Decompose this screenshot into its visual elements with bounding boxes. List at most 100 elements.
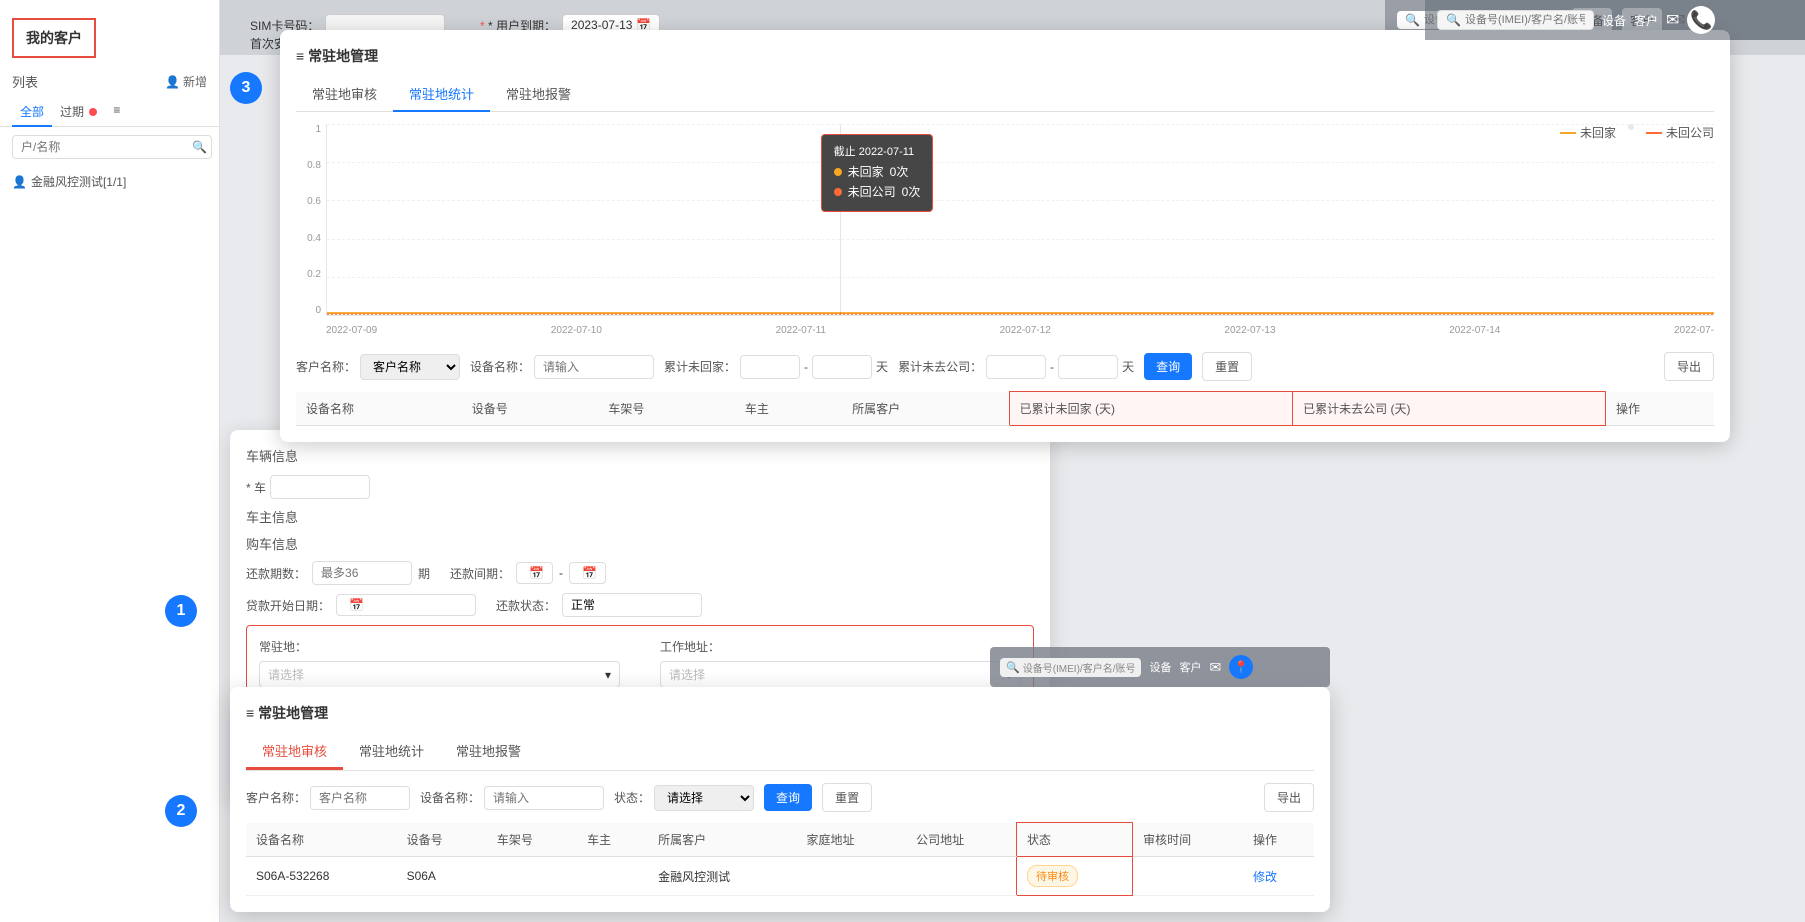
sidebar-tab-all[interactable]: 全部 xyxy=(12,97,52,126)
y-label-08: 0.8 xyxy=(296,160,321,171)
sidebar-search-input[interactable] xyxy=(12,135,212,159)
audit-status-select[interactable]: 请选择 xyxy=(654,785,754,811)
stats-home-days-max[interactable] xyxy=(812,355,872,379)
stats-table-header-row: 设备名称 设备号 车架号 车主 所属客户 已累计未回家 (天) 已累计未去公司 … xyxy=(296,392,1714,426)
stats-home-days-min[interactable] xyxy=(740,355,800,379)
x-axis: 2022-07-09 2022-07-10 2022-07-11 2022-07… xyxy=(326,316,1714,344)
tooltip-home-label: 未回家 xyxy=(848,163,884,180)
sidebar-tab-expired[interactable]: 过期 xyxy=(52,97,105,126)
audit-row-audit-time xyxy=(1133,857,1243,896)
stats-device-label: 设备名称： xyxy=(470,358,530,375)
audit-col-audit-time: 审核时间 xyxy=(1133,823,1243,857)
stats-table: 设备名称 设备号 车架号 车主 所属客户 已累计未回家 (天) 已累计未去公司 … xyxy=(296,391,1714,426)
car-no-field: * 车 xyxy=(246,475,370,499)
loan-row-1: 还款期数： 期 还款间期： 📅 - 📅 xyxy=(246,561,1034,585)
sidebar-new-button[interactable]: 👤 新增 xyxy=(165,73,207,90)
tab-alarm[interactable]: 常驻地报警 xyxy=(490,76,587,111)
tab-audit-main[interactable]: 常驻地审核 xyxy=(246,733,343,770)
sidebar-list-label: 列表 xyxy=(12,72,38,91)
audit-col-status: 状态 xyxy=(1017,823,1133,857)
audit-customer-input[interactable] xyxy=(310,786,410,810)
audit-query-button[interactable]: 查询 xyxy=(764,784,812,811)
col-company-days: 已累计未去公司 (天) xyxy=(1293,392,1606,426)
audit-col-owner: 车主 xyxy=(577,823,648,857)
col-device-name: 设备名称 xyxy=(296,392,462,426)
audit-col-frame-no: 车架号 xyxy=(487,823,577,857)
audit-row-device-no: S06A xyxy=(397,857,487,896)
audit-mgmt-title: ≡ 常驻地管理 xyxy=(246,703,1314,723)
stats-customer-select[interactable]: 客户名称 xyxy=(360,354,460,380)
stats-company-days-max[interactable] xyxy=(1058,355,1118,379)
audit-export-button[interactable]: 导出 xyxy=(1264,783,1314,812)
expired-badge xyxy=(89,108,97,116)
stats-export-button[interactable]: 导出 xyxy=(1664,352,1714,381)
calendar-icon-interval-end: 📅 xyxy=(582,566,597,580)
tab-stats[interactable]: 常驻地统计 xyxy=(393,76,490,111)
status-badge-pending: 待审核 xyxy=(1027,865,1078,887)
stats-company-days-min[interactable] xyxy=(986,355,1046,379)
car-no-input[interactable] xyxy=(270,475,370,499)
sidebar-tab-filter[interactable]: ≡ xyxy=(105,97,128,126)
card2-location-icon: 📍 xyxy=(1229,655,1253,679)
card2-search-placeholder: 设备号(IMEI)/客户名/账号 xyxy=(1023,660,1136,675)
sidebar-tabs: 全部 过期 ≡ xyxy=(0,97,219,127)
audit-reset-button[interactable]: 重置 xyxy=(822,783,872,812)
tooltip-dot-home xyxy=(834,168,842,176)
audit-customer-label: 客户名称： xyxy=(246,789,306,806)
col-device-no: 设备号 xyxy=(462,392,599,426)
repay-interval-label: 还款间期： xyxy=(450,565,510,582)
stats-customer-label: 客户名称： xyxy=(296,358,356,375)
sidebar-list-header: 列表 👤 新增 xyxy=(0,66,219,97)
card2-mail-icon: ✉ xyxy=(1209,659,1221,676)
audit-device-input[interactable] xyxy=(484,786,604,810)
home-address-select[interactable]: 请选择 ▾ xyxy=(259,661,620,688)
audit-device-label: 设备名称： xyxy=(420,789,480,806)
work-address-select[interactable]: 请选择 ▾ xyxy=(660,661,1021,688)
stats-reset-button[interactable]: 重置 xyxy=(1202,352,1252,381)
car-no-label: * 车 xyxy=(246,479,266,496)
stats-query-button[interactable]: 查询 xyxy=(1144,353,1192,380)
search-icon-card3: 🔍 xyxy=(1446,13,1461,27)
chart-tooltip: 截止 2022-07-11 未回家 0次 未回公司 0次 xyxy=(821,134,934,212)
tab-audit[interactable]: 常驻地审核 xyxy=(296,76,393,111)
stats-company-days-label: 累计未去公司： xyxy=(898,358,982,375)
user-icon: 👤 xyxy=(12,175,27,189)
y-axis: 1 0.8 0.6 0.4 0.2 0 xyxy=(296,124,321,316)
table-row: S06A-532268 S06A 金融风控测试 待审核 修改 xyxy=(246,857,1314,896)
days-unit-1: 天 xyxy=(876,358,888,375)
x-label-5: 2022-07-14 xyxy=(1449,325,1500,336)
audit-row-home-addr xyxy=(796,857,906,896)
y-label-06: 0.6 xyxy=(296,196,321,207)
repay-interval-picker[interactable]: 📅 xyxy=(516,562,553,584)
search-icon-card2: 🔍 xyxy=(1006,661,1020,674)
loan-row-2: 贷款开始日期： 📅 还款状态： 正常 xyxy=(246,593,1034,617)
x-label-3: 2022-07-12 xyxy=(1000,325,1051,336)
x-label-1: 2022-07-10 xyxy=(551,325,602,336)
audit-expand-icon: ≡ xyxy=(246,705,254,721)
repay-period-input[interactable] xyxy=(312,561,412,585)
tab-alarm-audit[interactable]: 常驻地报警 xyxy=(440,733,537,770)
sidebar-item-customer[interactable]: 👤 金融风控测试[1/1] xyxy=(0,167,219,196)
audit-col-device-no: 设备号 xyxy=(397,823,487,857)
audit-row-device-name: S06A-532268 xyxy=(246,857,397,896)
repay-status-select[interactable]: 正常 xyxy=(562,593,702,617)
chart-svg xyxy=(327,124,1714,315)
card3-device-label: 设备 xyxy=(1602,12,1626,29)
stats-mgmt-title: ≡ 常驻地管理 xyxy=(296,46,1714,66)
stats-customer-field: 客户名称： 客户名称 xyxy=(296,354,460,380)
purchase-info-title: 购车信息 xyxy=(246,534,1034,553)
x-label-2: 2022-07-11 xyxy=(776,325,826,336)
tab-stats-audit[interactable]: 常驻地统计 xyxy=(343,733,440,770)
audit-modify-link[interactable]: 修改 xyxy=(1253,870,1277,884)
stats-device-input[interactable] xyxy=(534,355,654,379)
card3-search-input[interactable] xyxy=(1465,14,1585,26)
owner-info-title: 车主信息 xyxy=(246,507,1034,526)
card-audit: 🔍 设备号(IMEI)/客户名/账号 设备 客户 ✉ 📍 ≡ 常驻地管理 常驻地… xyxy=(230,687,1330,912)
audit-status-label: 状态： xyxy=(614,789,650,806)
loan-start-picker[interactable]: 📅 xyxy=(336,594,476,616)
repay-interval-end-picker[interactable]: 📅 xyxy=(569,562,606,584)
audit-row-status: 待审核 xyxy=(1017,857,1133,896)
range-sep-1: - xyxy=(804,360,808,374)
tooltip-row-home: 未回家 0次 xyxy=(834,163,921,180)
tooltip-row-company: 未回公司 0次 xyxy=(834,183,921,200)
